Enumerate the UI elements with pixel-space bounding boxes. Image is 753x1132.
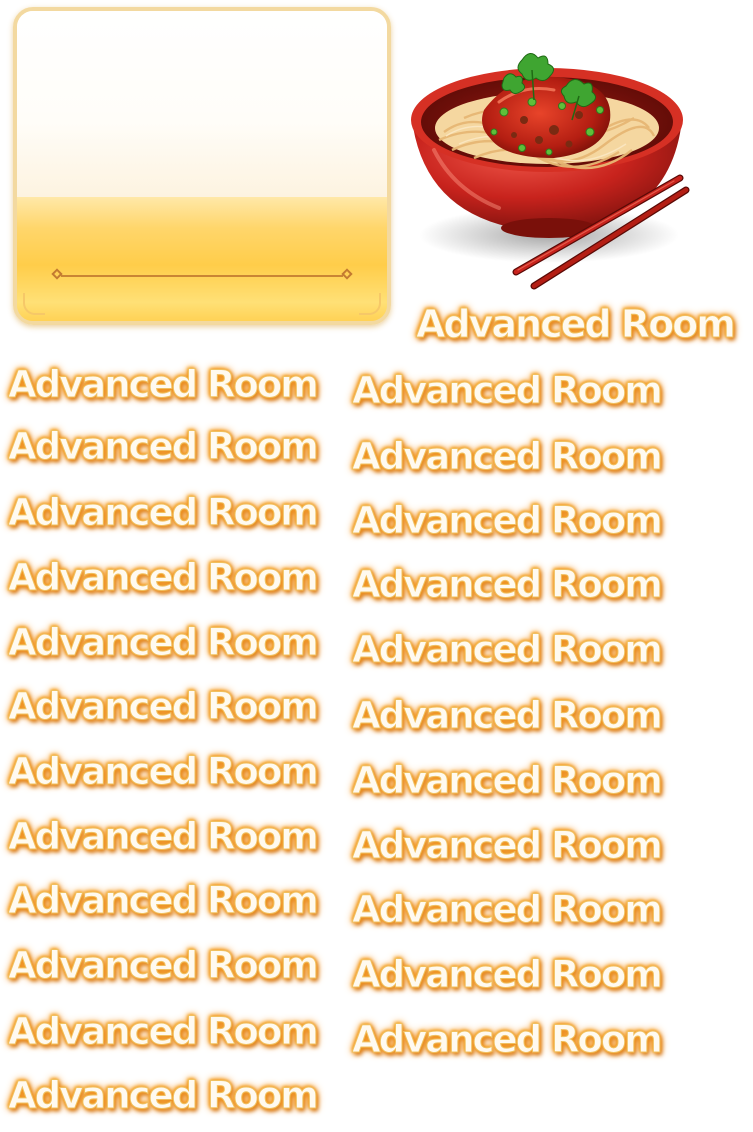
advanced-room-label: Advanced Room — [8, 879, 320, 922]
advanced-room-label: Advanced Room — [8, 491, 320, 534]
advanced-room-label: Advanced Room — [8, 1010, 320, 1053]
advanced-room-label: Advanced Room — [416, 302, 737, 346]
corner-ornament-left — [23, 293, 45, 315]
advanced-room-label: Advanced Room — [352, 435, 664, 478]
advanced-room-label: Advanced Room — [8, 556, 320, 599]
advanced-room-label: Advanced Room — [8, 621, 320, 664]
advanced-room-label: Advanced Room — [352, 888, 664, 931]
advanced-room-label: Advanced Room — [352, 369, 664, 412]
card-body-area — [17, 11, 387, 197]
card-gold-band — [17, 197, 387, 321]
advanced-room-label: Advanced Room — [8, 944, 320, 987]
card-divider-line — [61, 275, 343, 277]
advanced-room-label: Advanced Room — [352, 1018, 664, 1061]
advanced-room-label: Advanced Room — [352, 694, 664, 737]
noodle-bowl-icon — [411, 53, 690, 290]
advanced-room-label: Advanced Room — [8, 425, 320, 468]
advanced-room-label: Advanced Room — [352, 759, 664, 802]
advanced-room-label: Advanced Room — [352, 628, 664, 671]
advanced-room-label: Advanced Room — [8, 685, 320, 728]
advanced-room-label: Advanced Room — [8, 363, 320, 406]
advanced-room-label: Advanced Room — [8, 815, 320, 858]
advanced-room-label: Advanced Room — [8, 1074, 320, 1117]
advanced-room-label: Advanced Room — [352, 499, 664, 542]
advanced-room-label: Advanced Room — [8, 750, 320, 793]
advanced-room-label: Advanced Room — [352, 563, 664, 606]
room-card-frame[interactable] — [13, 7, 391, 325]
advanced-room-label: Advanced Room — [352, 824, 664, 867]
advanced-room-label: Advanced Room — [352, 953, 664, 996]
